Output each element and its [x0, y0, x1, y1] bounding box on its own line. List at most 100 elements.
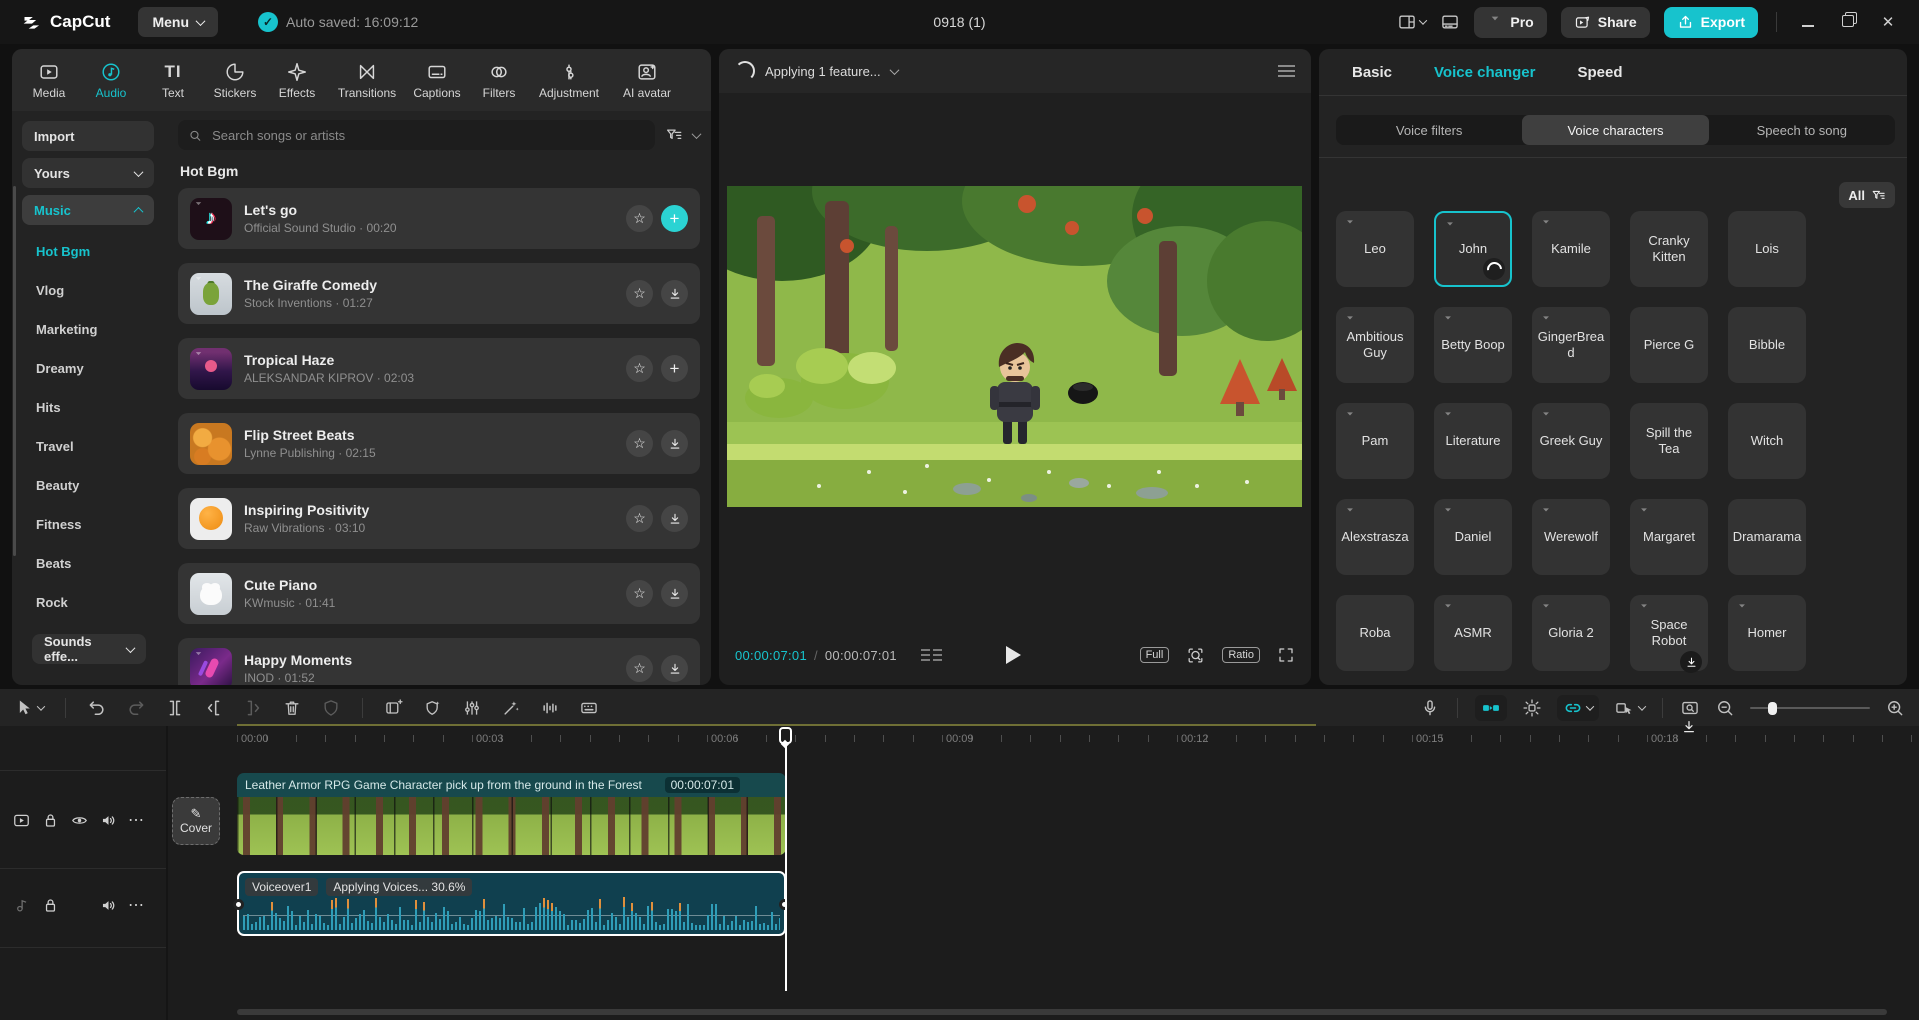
lock-icon[interactable]	[41, 811, 60, 830]
tab-text[interactable]: TIText	[142, 61, 204, 100]
tab-adjustment[interactable]: Adjustment	[530, 61, 608, 100]
share-button[interactable]: Share	[1561, 7, 1650, 38]
voice-card-spill-the-tea[interactable]: Spill the Tea	[1630, 403, 1708, 479]
voice-filter-all-button[interactable]: All	[1839, 182, 1895, 208]
mixer-icon[interactable]	[462, 698, 482, 718]
split-left-icon[interactable]	[204, 698, 224, 718]
sidebar-category-beauty[interactable]: Beauty	[12, 466, 162, 505]
sidebar-category-hits[interactable]: Hits	[12, 388, 162, 427]
voice-card-pam[interactable]: Pam	[1336, 403, 1414, 479]
sidebar-item-yours[interactable]: Yours	[22, 158, 154, 188]
full-button[interactable]: Full	[1140, 647, 1170, 663]
voice-card-lois[interactable]: Lois	[1728, 211, 1806, 287]
tab-media[interactable]: Media	[18, 61, 80, 100]
more-icon[interactable]: ⋯	[128, 810, 145, 830]
close-button[interactable]: ✕	[1875, 13, 1901, 31]
music-track-row[interactable]: The Giraffe ComedyStock Inventions · 01:…	[178, 263, 700, 324]
playhead-line[interactable]	[785, 741, 787, 991]
fullscreen-icon[interactable]	[1277, 646, 1295, 664]
music-track-row[interactable]: Flip Street BeatsLynne Publishing · 02:1…	[178, 413, 700, 474]
favorite-star-button[interactable]: ☆	[626, 355, 653, 382]
sidebar-category-marketing[interactable]: Marketing	[12, 310, 162, 349]
tab-ai-avatar[interactable]: AI avatar	[608, 61, 686, 100]
timeline-scrollbar[interactable]	[237, 1009, 1887, 1015]
preview-video[interactable]	[727, 186, 1302, 507]
preview-menu-icon[interactable]	[1278, 65, 1295, 77]
menu-button[interactable]: Menu	[138, 7, 218, 37]
voice-card-homer[interactable]: Homer	[1728, 595, 1806, 671]
voice-card-kamile[interactable]: Kamile	[1532, 211, 1610, 287]
sidebar-item-sound-effects[interactable]: Sounds effe...	[32, 634, 146, 664]
lock-icon[interactable]	[41, 896, 60, 915]
add-to-timeline-button[interactable]: +	[661, 355, 688, 382]
mask-icon[interactable]	[321, 698, 341, 718]
voice-card-greek-guy[interactable]: Greek Guy	[1532, 403, 1610, 479]
voice-card-witch[interactable]: Witch	[1728, 403, 1806, 479]
preview-axis-icon[interactable]	[1522, 698, 1542, 718]
voice-card-leo[interactable]: Leo	[1336, 211, 1414, 287]
music-track-row[interactable]: ♪Let's goOfficial Sound Studio · 00:20☆+	[178, 188, 700, 249]
add-to-timeline-button[interactable]: +	[661, 205, 688, 232]
music-track-row[interactable]: Tropical HazeALEKSANDAR KIPROV · 02:03☆+	[178, 338, 700, 399]
sidebar-category-travel[interactable]: Travel	[12, 427, 162, 466]
speaker-icon[interactable]	[99, 896, 118, 915]
voice-card-gloria-2[interactable]: Gloria 2	[1532, 595, 1610, 671]
auto-snap-toggle[interactable]	[1475, 695, 1507, 721]
select-tool-button[interactable]	[14, 698, 44, 718]
tab-filters[interactable]: Filters	[468, 61, 530, 100]
favorite-star-button[interactable]: ☆	[626, 655, 653, 682]
zoom-fit-icon[interactable]	[1186, 646, 1205, 665]
music-track-row[interactable]: Inspiring PositivityRaw Vibrations · 03:…	[178, 488, 700, 549]
keyboard-icon[interactable]	[579, 698, 599, 718]
timeline-zoom-out-icon[interactable]	[1715, 698, 1735, 718]
voice-card-space-robot[interactable]: Space Robot	[1630, 595, 1708, 671]
tab-captions[interactable]: Captions	[406, 61, 468, 100]
minimize-button[interactable]	[1795, 14, 1821, 31]
split-right-icon[interactable]	[243, 698, 263, 718]
playhead-handle[interactable]	[779, 727, 792, 744]
sidebar-category-fitness[interactable]: Fitness	[12, 505, 162, 544]
tab-audio[interactable]: Audio	[80, 61, 142, 100]
undo-icon[interactable]	[87, 698, 107, 718]
voice-card-daniel[interactable]: Daniel	[1434, 499, 1512, 575]
pro-badge[interactable]: Pro	[1474, 7, 1546, 38]
sidebar-category-dreamy[interactable]: Dreamy	[12, 349, 162, 388]
subtab-voice-filters[interactable]: Voice filters	[1336, 115, 1522, 145]
music-track-row[interactable]: Cute PianoKWmusic · 01:41☆	[178, 563, 700, 624]
sidebar-category-vlog[interactable]: Vlog	[12, 271, 162, 310]
filter-chevron-icon[interactable]	[692, 129, 702, 139]
restore-button[interactable]	[1835, 14, 1861, 31]
record-voiceover-icon[interactable]	[1420, 698, 1440, 718]
search-input[interactable]	[210, 127, 645, 144]
tab-transitions[interactable]: Transitions	[328, 61, 406, 100]
sidebar-item-import[interactable]: Import	[22, 121, 154, 151]
sidebar-scrollbar[interactable]	[13, 186, 16, 556]
delete-icon[interactable]	[282, 698, 302, 718]
layout-switch-button[interactable]	[1397, 12, 1426, 32]
voice-card-dramarama[interactable]: Dramarama	[1728, 499, 1806, 575]
tab-voice-changer[interactable]: Voice changer	[1434, 64, 1535, 81]
preview-status-text[interactable]: Applying 1 feature...	[765, 64, 881, 79]
redo-icon[interactable]	[126, 698, 146, 718]
new-clip-icon[interactable]	[384, 698, 404, 718]
play-button[interactable]	[1006, 646, 1021, 664]
sidebar-category-rock[interactable]: Rock	[12, 583, 162, 622]
timeline-zoom-in-icon[interactable]	[1885, 698, 1905, 718]
speaker-icon[interactable]	[99, 811, 118, 830]
sidebar-category-hot-bgm[interactable]: Hot Bgm	[12, 232, 162, 271]
voice-card-betty-boop[interactable]: Betty Boop	[1434, 307, 1512, 383]
voice-card-cranky-kitten[interactable]: Cranky Kitten	[1630, 211, 1708, 287]
favorite-star-button[interactable]: ☆	[626, 430, 653, 457]
favorite-star-button[interactable]: ☆	[626, 205, 653, 232]
favorite-star-button[interactable]: ☆	[626, 580, 653, 607]
voice-card-ambitious-guy[interactable]: Ambitious Guy	[1336, 307, 1414, 383]
download-button[interactable]	[661, 580, 688, 607]
subtab-voice-characters[interactable]: Voice characters	[1522, 115, 1708, 145]
download-button[interactable]	[661, 280, 688, 307]
download-button[interactable]	[661, 505, 688, 532]
download-button[interactable]	[661, 430, 688, 457]
video-clip[interactable]: Leather Armor RPG Game Character pick up…	[237, 773, 786, 855]
cover-button[interactable]: ✎ Cover	[172, 797, 220, 845]
audio-wave-icon[interactable]	[540, 698, 560, 718]
magic-voice-icon[interactable]	[501, 698, 521, 718]
